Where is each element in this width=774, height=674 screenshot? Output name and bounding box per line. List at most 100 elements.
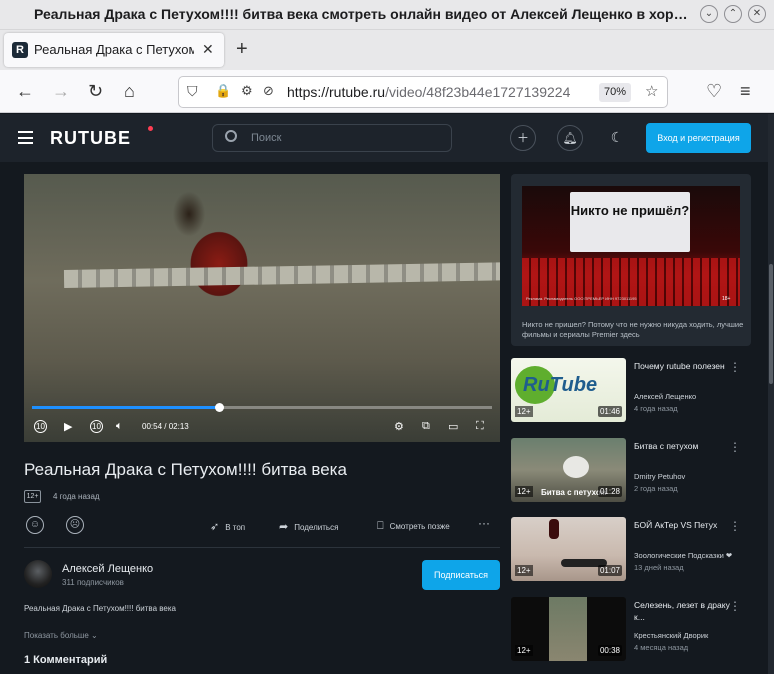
rec-thumbnail[interactable]: 12+ 00:38 bbox=[511, 597, 626, 661]
upload-plus-icon[interactable]: ＋ bbox=[510, 125, 536, 151]
ad-screen: Никто не пришёл? bbox=[570, 192, 690, 252]
pocket-icon[interactable]: ♡ bbox=[706, 81, 722, 102]
divider bbox=[24, 547, 500, 548]
rutube-logo[interactable]: RUTUBE bbox=[50, 128, 131, 149]
more-actions-icon[interactable]: ··· bbox=[478, 516, 490, 530]
ad-screen-text: Никто не пришёл? bbox=[570, 203, 690, 218]
lock-icon[interactable]: 🔒 bbox=[215, 83, 231, 99]
menu-hamburger-icon[interactable]: ≡ bbox=[740, 81, 751, 102]
share-arrow-icon: ➦ bbox=[279, 521, 289, 533]
rec-thumbnail[interactable]: Битва с петухом 12+ 01:28 bbox=[511, 438, 626, 502]
volume-icon[interactable]: 🔈︎ bbox=[116, 420, 123, 433]
rec-age: 12+ bbox=[515, 406, 533, 417]
shield-icon[interactable]: ⛉ bbox=[187, 83, 198, 100]
rutube-favicon-icon: R bbox=[12, 42, 28, 58]
site-header: RUTUBE Поиск ＋ 🔔︎ ☾ Вход и регистрация bbox=[0, 114, 768, 162]
zoom-level[interactable]: 70% bbox=[599, 83, 631, 102]
top-button[interactable]: ➶ В топ bbox=[210, 520, 245, 533]
ad-caption[interactable]: Никто не пришел? Потому что не нужно ник… bbox=[522, 320, 744, 340]
rec-age: 12+ bbox=[515, 565, 533, 576]
rec-thumbnail[interactable]: RuTube 12+ 01:46 bbox=[511, 358, 626, 422]
bookmark-star-icon[interactable]: ☆ bbox=[645, 82, 658, 100]
rec-title[interactable]: Битва с петухом bbox=[634, 440, 734, 452]
close-window-button[interactable]: ✕ bbox=[748, 5, 766, 23]
new-tab-button[interactable]: + bbox=[236, 38, 248, 61]
browser-tab[interactable]: R Реальная Драка с Петухом!!!! ✕ bbox=[4, 33, 224, 67]
miniplayer-icon[interactable]: ⧉ bbox=[422, 420, 430, 433]
maximize-button[interactable]: ⌃ bbox=[724, 5, 742, 23]
rec-thumb-text: RuTube bbox=[523, 374, 598, 396]
play-icon[interactable]: ▶ bbox=[64, 420, 72, 433]
search-input[interactable]: Поиск bbox=[212, 124, 452, 152]
rewind-10-icon[interactable]: 10 bbox=[34, 420, 47, 433]
kebab-menu-icon[interactable]: ⋮ bbox=[729, 440, 741, 454]
login-button[interactable]: Вход и регистрация bbox=[646, 123, 751, 153]
ad-banner[interactable]: Никто не пришёл? Реклама. Рекламодатель … bbox=[511, 174, 751, 346]
video-date: 4 года назад bbox=[53, 492, 100, 501]
rec-duration: 01:46 bbox=[597, 406, 622, 417]
channel-name[interactable]: Алексей Лещенко bbox=[62, 563, 153, 575]
bookmark-icon: ⎕ bbox=[377, 520, 384, 532]
ad-age-badge: 18+ bbox=[722, 296, 731, 302]
theater-mode-icon[interactable]: ▭ bbox=[448, 420, 458, 433]
progress-handle[interactable] bbox=[215, 403, 224, 412]
kebab-menu-icon[interactable]: ⋮ bbox=[729, 360, 741, 374]
watch-later-button[interactable]: ⎕ Смотреть позже bbox=[377, 520, 450, 533]
show-more-label: Показать больше bbox=[24, 631, 89, 640]
reload-icon[interactable]: ↻ bbox=[88, 81, 103, 102]
settings-gear-icon[interactable]: ⚙ bbox=[394, 420, 404, 433]
rec-channel[interactable]: Dmitry Petuhov bbox=[634, 472, 685, 481]
home-icon[interactable]: ⌂ bbox=[124, 81, 135, 102]
tab-close-icon[interactable]: ✕ bbox=[202, 41, 214, 58]
rec-video-strip bbox=[549, 597, 587, 661]
current-time: 00:54 bbox=[142, 422, 163, 431]
fullscreen-icon[interactable]: ⛶ bbox=[476, 420, 484, 433]
url-host: https://rutube.ru bbox=[287, 84, 386, 100]
rec-title[interactable]: БОЙ АкТер VS Петух bbox=[634, 519, 734, 531]
list-item[interactable]: 12+ 00:38 Селезень, лезет в драку к... К… bbox=[511, 597, 751, 667]
rec-age: 12+ bbox=[515, 486, 533, 497]
tracking-off-icon[interactable]: ⊘ bbox=[263, 83, 274, 99]
rec-title[interactable]: Почему rutube полезен bbox=[634, 360, 734, 372]
url-text[interactable]: https://rutube.ru/video/48f23b44e1727139… bbox=[287, 84, 592, 100]
watch-later-label: Смотреть позже bbox=[389, 522, 450, 531]
ad-small-print: Реклама. Рекламодатель ООО ПРЕМЬЕР ИНН 9… bbox=[526, 296, 637, 301]
list-item[interactable]: Битва с петухом 12+ 01:28 Битва с петухо… bbox=[511, 438, 751, 508]
page-scrollbar[interactable] bbox=[768, 114, 774, 674]
moon-theme-icon[interactable]: ☾ bbox=[604, 125, 630, 151]
rec-channel[interactable]: Крестьянский Дворик bbox=[634, 631, 708, 640]
rec-thumbnail[interactable]: 12+ 01:07 bbox=[511, 517, 626, 581]
back-arrow-icon[interactable]: ← bbox=[16, 81, 34, 102]
chevron-down-icon: ⌄ bbox=[91, 631, 98, 640]
dislike-frown-icon[interactable]: ☹ bbox=[66, 516, 84, 534]
scrollbar-thumb[interactable] bbox=[769, 264, 773, 384]
forward-10-icon[interactable]: 10 bbox=[90, 420, 103, 433]
comments-heading: 1 Комментарий bbox=[24, 654, 108, 666]
permissions-icon[interactable]: ⚙ bbox=[241, 83, 253, 99]
video-description: Реальная Драка с Петухом!!!! битва века bbox=[24, 604, 176, 613]
kebab-menu-icon[interactable]: ⋮ bbox=[729, 599, 741, 613]
minimize-button[interactable]: ⌄ bbox=[700, 5, 718, 23]
list-item[interactable]: 12+ 01:07 БОЙ АкТер VS Петух Зоологическ… bbox=[511, 517, 751, 587]
show-more-button[interactable]: Показать больше ⌄ bbox=[24, 631, 98, 640]
rec-title[interactable]: Селезень, лезет в драку к... bbox=[634, 599, 734, 623]
video-player[interactable]: 10 ▶ 10 🔈︎ 00:54 / 02:13 ⚙ ⧉ ▭ ⛶ bbox=[24, 174, 500, 442]
rec-date: 4 года назад bbox=[634, 404, 678, 413]
rec-channel[interactable]: Алексей Лещенко bbox=[634, 392, 696, 401]
kebab-menu-icon[interactable]: ⋮ bbox=[729, 519, 741, 533]
url-bar[interactable]: ⛉ 🔒 ⚙ ⊘ https://rutube.ru/video/48f23b44… bbox=[178, 76, 668, 108]
rec-channel[interactable]: Зоологические Подсказки ❤ bbox=[634, 551, 732, 560]
bell-icon[interactable]: 🔔︎ bbox=[557, 125, 583, 151]
video-frame[interactable] bbox=[24, 174, 500, 442]
channel-avatar[interactable] bbox=[24, 560, 52, 588]
ad-image[interactable]: Никто не пришёл? Реклама. Рекламодатель … bbox=[522, 186, 740, 306]
forward-arrow-icon[interactable]: → bbox=[52, 81, 70, 102]
window-titlebar: Реальная Драка с Петухом!!!! битва века … bbox=[0, 0, 774, 30]
video-title: Реальная Драка с Петухом!!!! битва века bbox=[24, 460, 347, 479]
list-item[interactable]: RuTube 12+ 01:46 Почему rutube полезен А… bbox=[511, 358, 751, 428]
subscribe-button[interactable]: Подписаться bbox=[422, 560, 500, 590]
like-smile-icon[interactable]: ☺ bbox=[26, 516, 44, 534]
share-button[interactable]: ➦ Поделиться bbox=[279, 520, 338, 533]
burger-menu-icon[interactable] bbox=[18, 131, 33, 144]
duration: 02:13 bbox=[168, 422, 189, 431]
